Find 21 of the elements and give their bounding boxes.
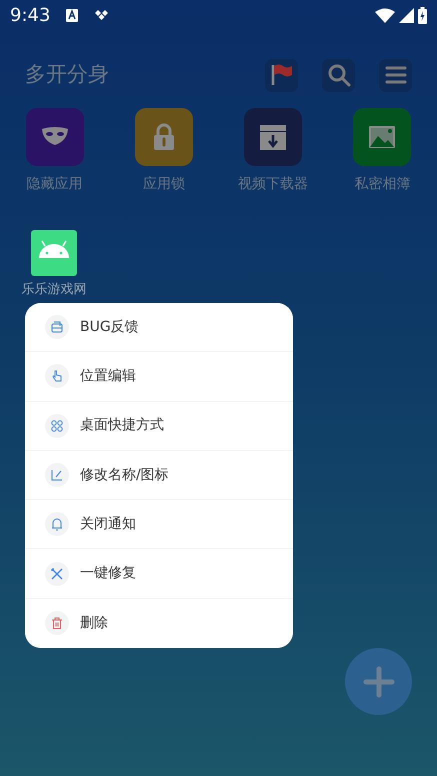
app-tile[interactable] bbox=[353, 108, 412, 166]
keyboard-icon bbox=[66, 8, 78, 22]
app-tile[interactable] bbox=[244, 108, 302, 166]
app-label: 应用锁 bbox=[142, 175, 185, 194]
menu-item[interactable]: BUG反馈 bbox=[25, 303, 293, 352]
app-title: 多开分身 bbox=[25, 61, 109, 88]
status-time: 9:43 bbox=[10, 4, 50, 28]
flag-button[interactable] bbox=[265, 58, 298, 92]
app-label: 私密相簿 bbox=[354, 175, 410, 194]
signal-icon bbox=[399, 8, 414, 22]
battery-icon bbox=[418, 6, 427, 24]
app-label: 视频下载器 bbox=[238, 175, 308, 194]
search-button[interactable] bbox=[322, 58, 355, 92]
diamond-icon bbox=[94, 9, 110, 21]
plus-icon bbox=[362, 666, 394, 698]
app-tile[interactable] bbox=[134, 108, 193, 166]
wifi-icon bbox=[375, 8, 395, 22]
menu-button[interactable] bbox=[379, 58, 412, 92]
app-label: 乐乐游戏网 bbox=[22, 282, 86, 297]
app-tile[interactable] bbox=[26, 108, 84, 166]
app-label: 隐藏应用 bbox=[26, 175, 83, 194]
